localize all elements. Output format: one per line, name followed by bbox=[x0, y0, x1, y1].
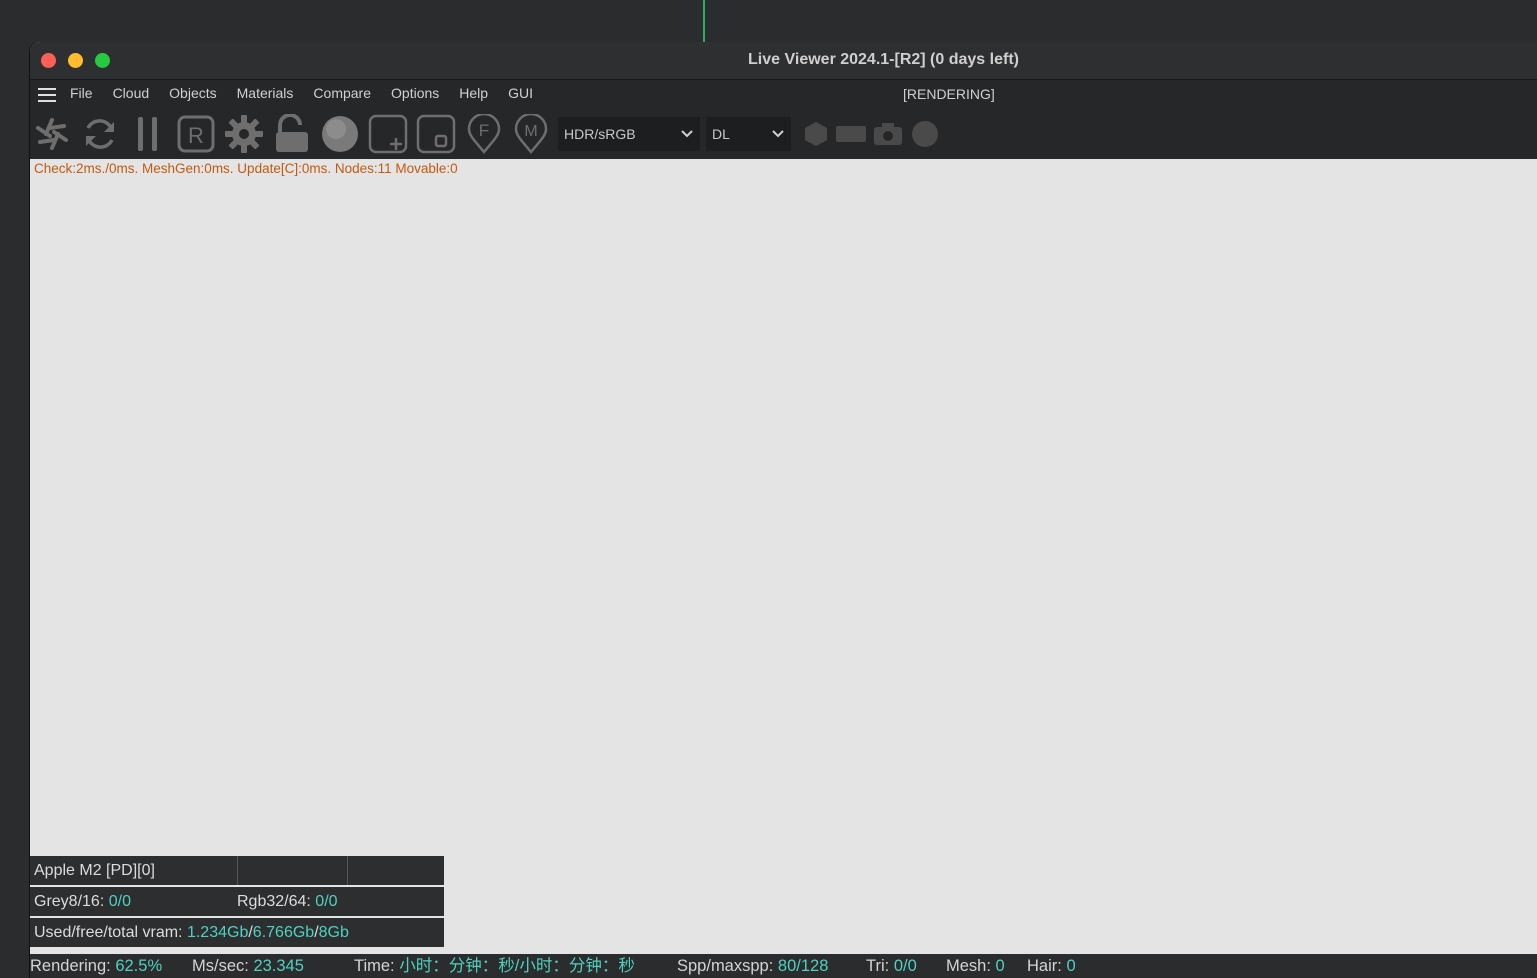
region-r-icon[interactable]: R bbox=[176, 114, 216, 154]
kernel-select-value: DL bbox=[712, 126, 730, 142]
render-time: Time: 小时：分钟：秒/小时：分钟：秒 bbox=[354, 954, 635, 978]
svg-text:F: F bbox=[479, 121, 489, 140]
rendering-label: Rendering: bbox=[30, 957, 111, 975]
gpu-textures-row: Grey8/16: 0/0 Rgb32/64: 0/0 bbox=[30, 887, 444, 916]
mesh-value: 0 bbox=[995, 957, 1005, 975]
rectangle-icon[interactable] bbox=[831, 114, 871, 154]
toolbar: R F M HDR/sRGB DL bbox=[30, 109, 1537, 159]
grey-textures: Grey8/16: 0/0 bbox=[34, 887, 131, 916]
menu-cloud[interactable]: Cloud bbox=[113, 85, 150, 101]
rgb-label: Rgb32/64: bbox=[237, 893, 311, 910]
title-bar[interactable]: Live Viewer 2024.1-[R2] (0 days left) bbox=[30, 42, 1537, 80]
gpu-device-row: Apple M2 [PD][0] bbox=[30, 856, 444, 885]
time-label: Time: bbox=[354, 957, 395, 975]
crop-frame-icon[interactable] bbox=[416, 114, 456, 154]
menu-file[interactable]: File bbox=[70, 85, 93, 101]
camera-icon[interactable] bbox=[868, 114, 908, 154]
status-bar: Rendering: 62.5% Ms/sec: 23.345 Time: 小时… bbox=[30, 954, 1537, 978]
menu-help[interactable]: Help bbox=[459, 85, 488, 101]
svg-text:R: R bbox=[188, 123, 204, 148]
menu-gui[interactable]: GUI bbox=[508, 85, 533, 101]
rgb-textures: Rgb32/64: 0/0 bbox=[237, 887, 338, 916]
window-title: Live Viewer 2024.1-[R2] (0 days left) bbox=[748, 51, 1019, 68]
sphere-icon[interactable] bbox=[320, 114, 360, 154]
circle-icon[interactable] bbox=[905, 114, 945, 154]
refresh-icon[interactable] bbox=[80, 114, 120, 154]
svg-text:M: M bbox=[524, 123, 537, 140]
vram-label: Used/free/total vram: bbox=[34, 924, 183, 941]
colorspace-select[interactable]: HDR/sRGB bbox=[558, 117, 700, 151]
render-status-label: [RENDERING] bbox=[903, 86, 995, 102]
tri-label: Tri: bbox=[866, 957, 890, 975]
rgb-value: 0/0 bbox=[315, 893, 338, 910]
live-viewer-window: Live Viewer 2024.1-[R2] (0 days left) Fi… bbox=[30, 42, 1537, 978]
desktop-background-strip bbox=[0, 42, 30, 978]
ms-label: Ms/sec: bbox=[192, 957, 249, 975]
mesh-count: Mesh: 0 bbox=[946, 954, 1005, 978]
grey-label: Grey8/16: bbox=[34, 893, 105, 910]
vram-total: 8Gb bbox=[318, 924, 349, 941]
ms-per-sec: Ms/sec: 23.345 bbox=[192, 954, 304, 978]
gpu-device-name: Apple M2 [PD][0] bbox=[34, 862, 155, 879]
vram-used: 1.234Gb bbox=[186, 924, 249, 941]
hamburger-menu-icon[interactable] bbox=[38, 88, 56, 102]
hair-count: Hair: 0 bbox=[1027, 954, 1076, 978]
settings-gear-icon[interactable] bbox=[224, 114, 264, 154]
menu-materials[interactable]: Materials bbox=[237, 85, 294, 101]
hexagon-icon[interactable] bbox=[796, 114, 836, 154]
mesh-label: Mesh: bbox=[946, 957, 991, 975]
material-pin-icon[interactable]: M bbox=[511, 114, 551, 154]
time-value: 小时：分钟：秒/小时：分钟：秒 bbox=[399, 957, 635, 975]
focus-pin-icon[interactable]: F bbox=[464, 114, 504, 154]
chevron-down-icon bbox=[772, 130, 784, 138]
aperture-icon[interactable] bbox=[32, 114, 72, 154]
vram-free: 6.766Gb bbox=[252, 924, 315, 941]
menu-options[interactable]: Options bbox=[391, 85, 439, 101]
spp-value: 80/128 bbox=[777, 957, 829, 975]
column-divider bbox=[347, 856, 348, 885]
gpu-vram-row: Used/free/total vram: 1.234Gb/6.766Gb/8G… bbox=[30, 918, 444, 947]
menu-objects[interactable]: Objects bbox=[169, 85, 216, 101]
add-frame-icon[interactable] bbox=[368, 114, 408, 154]
ms-value: 23.345 bbox=[253, 957, 304, 975]
triangle-count: Tri: 0/0 bbox=[866, 954, 917, 978]
hair-value: 0 bbox=[1066, 957, 1076, 975]
menu-compare[interactable]: Compare bbox=[313, 85, 371, 101]
grey-value: 0/0 bbox=[108, 893, 131, 910]
tri-value: 0/0 bbox=[893, 957, 917, 975]
samples-per-pixel: Spp/maxspp: 80/128 bbox=[677, 954, 828, 978]
menu-bar: File Cloud Objects Materials Compare Opt… bbox=[30, 80, 1537, 109]
hair-label: Hair: bbox=[1027, 957, 1062, 975]
colorspace-select-value: HDR/sRGB bbox=[564, 126, 636, 142]
column-divider bbox=[237, 856, 238, 885]
pause-icon[interactable] bbox=[128, 114, 168, 154]
chevron-down-icon bbox=[681, 130, 693, 138]
kernel-select[interactable]: DL bbox=[706, 117, 791, 151]
rendering-progress: Rendering: 62.5% bbox=[30, 954, 162, 978]
spp-label: Spp/maxspp: bbox=[677, 957, 774, 975]
gpu-info-panel: Apple M2 [PD][0] Grey8/16: 0/0 Rgb32/64:… bbox=[30, 856, 444, 949]
render-viewport[interactable] bbox=[30, 159, 1537, 954]
rendering-value: 62.5% bbox=[115, 957, 163, 975]
vram-info: Used/free/total vram: 1.234Gb/6.766Gb/8G… bbox=[34, 918, 349, 947]
unlock-icon[interactable] bbox=[272, 114, 312, 154]
desktop-guide-line bbox=[703, 0, 705, 42]
